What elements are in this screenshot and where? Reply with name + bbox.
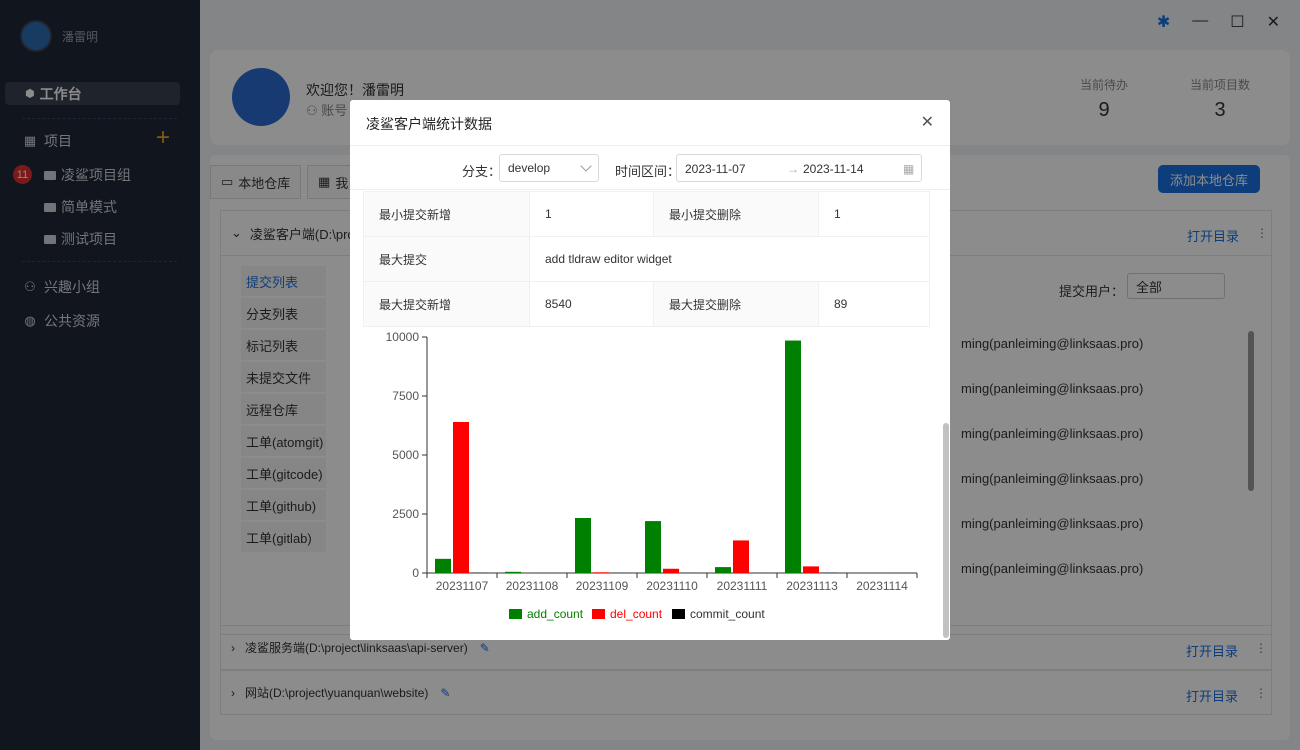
table-value: 1 — [818, 191, 930, 237]
bar-add_count — [645, 521, 661, 573]
calendar-icon: ▦ — [903, 162, 915, 176]
bar-add_count — [435, 558, 451, 573]
table-key: 最小提交新增 — [363, 191, 530, 237]
table-value: 8540 — [529, 281, 654, 327]
x-tick-label: 20231110 — [646, 579, 698, 593]
legend-swatch — [672, 609, 685, 619]
table-value: add tldraw editor widget — [529, 236, 930, 282]
filter-bar: 分支： develop 时间区间： 2023-11-07 → 2023-11-1… — [350, 146, 950, 190]
table-key: 最大提交删除 — [653, 281, 819, 327]
table-row: 最小提交新增 1 最小提交删除 1 — [363, 191, 930, 237]
arrow-right-icon: → — [787, 162, 799, 176]
legend-label: del_count — [610, 607, 663, 621]
y-tick-label: 2500 — [392, 507, 419, 521]
table-row: 最大提交新增 8540 最大提交删除 89 — [363, 281, 930, 327]
x-tick-label: 20231107 — [436, 579, 489, 593]
branch-select[interactable]: develop — [499, 154, 599, 182]
bar-chart: 0 2500 5000 7500 10000 20231107 20231108 202311… — [386, 330, 918, 593]
legend-swatch — [592, 609, 605, 619]
bar-add_count — [785, 340, 801, 573]
y-tick-label: 5000 — [392, 448, 419, 462]
table-value: 1 — [529, 191, 654, 237]
legend-swatch — [509, 609, 522, 619]
x-tick-label: 20231113 — [786, 579, 838, 593]
bar-del_count — [453, 421, 469, 573]
bar-del_count — [803, 566, 819, 573]
legend-label: commit_count — [690, 607, 765, 621]
stats-modal: 凌鲨客户端统计数据 ✕ 分支： develop 时间区间： 2023-11-07… — [350, 100, 950, 640]
range-label: 时间区间： — [615, 164, 681, 179]
modal-title: 凌鲨客户端统计数据 — [366, 116, 492, 132]
bar-del_count — [733, 540, 749, 573]
table-key: 最小提交删除 — [653, 191, 819, 237]
legend-item[interactable]: add_count — [509, 607, 583, 621]
x-tick-label: 20231114 — [856, 579, 908, 593]
table-key: 最大提交新增 — [363, 281, 530, 327]
y-tick-label: 0 — [412, 566, 419, 580]
branch-label: 分支： — [462, 164, 502, 179]
select-value: develop — [508, 161, 551, 175]
bar-add_count — [505, 571, 521, 573]
x-tick-label: 20231108 — [506, 579, 559, 593]
stats-table: 最小提交新增 1 最小提交删除 1 最大提交 add tldraw editor… — [363, 191, 930, 327]
bar-add_count — [575, 518, 591, 573]
x-tick-label: 20231111 — [717, 579, 768, 593]
start-date[interactable]: 2023-11-07 — [685, 162, 746, 176]
modal-scrollbar[interactable] — [943, 423, 949, 638]
legend-item[interactable]: del_count — [592, 607, 662, 621]
legend-label: add_count — [527, 607, 584, 621]
table-key: 最大提交 — [363, 236, 530, 282]
y-tick-label: 10000 — [386, 330, 420, 344]
y-tick-label: 7500 — [392, 389, 419, 403]
table-row: 最大提交 add tldraw editor widget — [363, 236, 930, 282]
date-range-picker[interactable]: 2023-11-07 → 2023-11-14 ▦ — [676, 154, 922, 182]
table-value: 89 — [818, 281, 930, 327]
end-date[interactable]: 2023-11-14 — [803, 162, 864, 176]
legend-item[interactable]: commit_count — [672, 607, 765, 621]
bar-del_count — [663, 568, 679, 573]
chevron-down-icon — [580, 160, 592, 172]
bar-add_count — [715, 567, 731, 573]
close-icon[interactable]: ✕ — [921, 112, 934, 132]
bar-del_count — [593, 572, 609, 573]
x-tick-label: 20231109 — [576, 579, 629, 593]
